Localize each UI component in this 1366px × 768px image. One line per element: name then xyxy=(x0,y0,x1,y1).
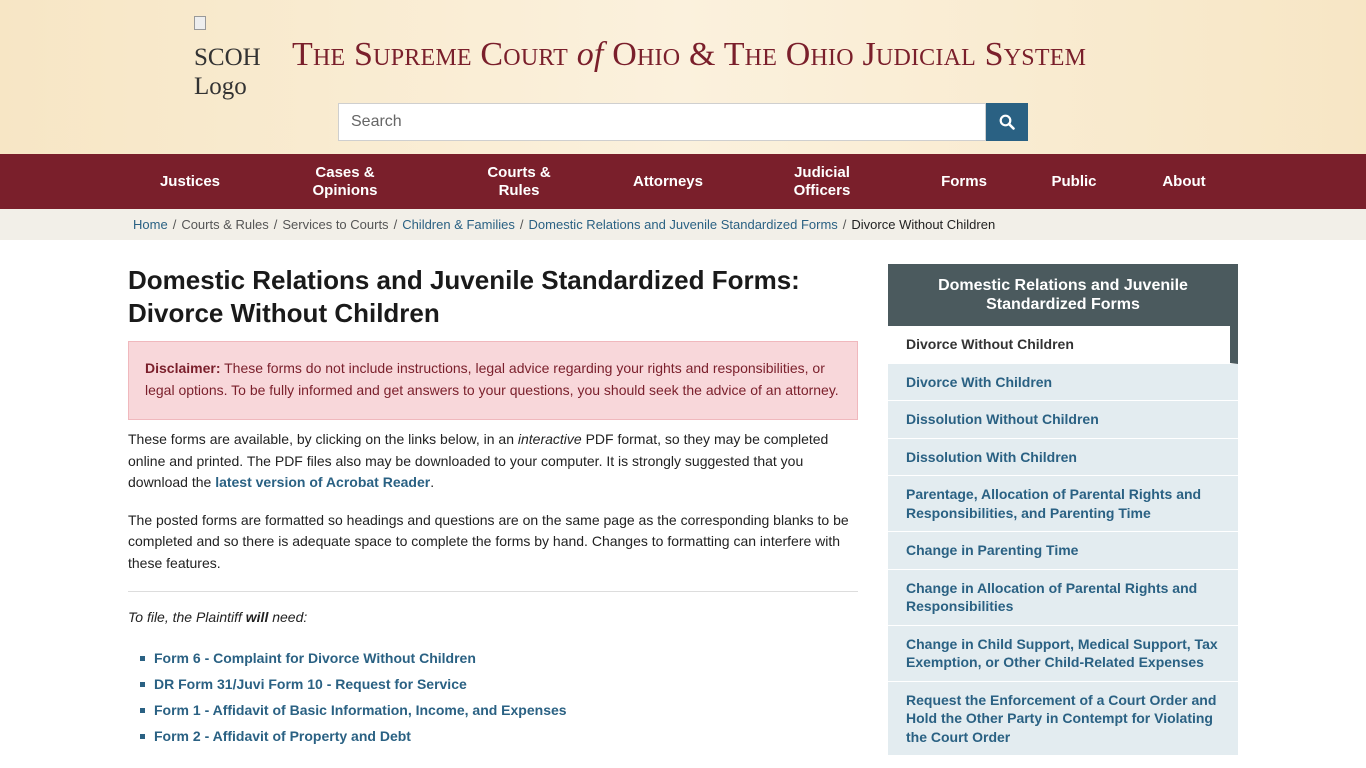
sidebar-item-divorce-without-children[interactable]: Divorce Without Children xyxy=(888,326,1238,364)
sidebar-item-dissolution-with-children[interactable]: Dissolution With Children xyxy=(888,438,1238,476)
sidebar-item-change-child-support[interactable]: Change in Child Support, Medical Support… xyxy=(888,625,1238,682)
form-link-affidavit-property[interactable]: Form 2 - Affidavit of Property and Debt xyxy=(140,723,858,749)
main-content: Domestic Relations and Juvenile Standard… xyxy=(128,264,858,749)
search-input[interactable] xyxy=(338,103,986,141)
site-title-part-2: of xyxy=(576,36,604,73)
form-link-affidavit-income[interactable]: Form 1 - Affidavit of Basic Information,… xyxy=(140,697,858,723)
logo-alt-text: SCOH Logo xyxy=(194,44,261,100)
page-title: Domestic Relations and Juvenile Standard… xyxy=(128,265,800,328)
site-title[interactable]: The Supreme Court of Ohio & The Ohio Jud… xyxy=(292,36,1086,74)
sidebar-heading[interactable]: Domestic Relations and Juvenile Standard… xyxy=(888,264,1238,326)
bullet-icon xyxy=(140,682,145,687)
form-link-request-service[interactable]: DR Form 31/Juvi Form 10 - Request for Se… xyxy=(140,671,858,697)
nav-forms[interactable]: Forms xyxy=(924,154,1004,209)
breadcrumb-services-to-courts[interactable]: Services to Courts xyxy=(282,217,388,232)
nav-justices[interactable]: Justices xyxy=(140,154,240,209)
nav-judicial-officers[interactable]: Judicial Officers xyxy=(782,154,862,209)
nav-about[interactable]: About xyxy=(1144,154,1224,209)
intro-emphasis: interactive xyxy=(517,431,582,447)
intro-text-1: These forms are available, by clicking o… xyxy=(128,431,518,447)
bullet-icon xyxy=(140,708,145,713)
sidebar-item-dissolution-without-children[interactable]: Dissolution Without Children xyxy=(888,401,1238,439)
site-title-part-3: Ohio & The Ohio Judicial System xyxy=(612,36,1087,73)
breadcrumb-current: Divorce Without Children xyxy=(851,217,996,232)
site-logo[interactable]: SCOH Logo xyxy=(194,14,268,100)
divider xyxy=(128,591,858,592)
disclaimer-text: These forms do not include instructions,… xyxy=(145,360,839,398)
form-link-label: DR Form 31/Juvi Form 10 - Request for Se… xyxy=(154,676,467,692)
breadcrumb-courts-rules[interactable]: Courts & Rules xyxy=(181,217,268,232)
sidebar-item-divorce-with-children[interactable]: Divorce With Children xyxy=(888,363,1238,401)
site-header: SCOH Logo The Supreme Court of Ohio & Th… xyxy=(0,0,1366,154)
to-file-text-2: need: xyxy=(268,609,308,625)
broken-image-icon xyxy=(194,16,206,30)
form-link-label: Form 1 - Affidavit of Basic Information,… xyxy=(154,702,567,718)
to-file-heading: To file, the Plaintiff will need: xyxy=(128,609,858,625)
sidebar-item-change-allocation[interactable]: Change in Allocation of Parental Rights … xyxy=(888,569,1238,626)
form-link-label: Form 6 - Complaint for Divorce Without C… xyxy=(154,650,476,666)
disclaimer-label: Disclaimer: xyxy=(145,360,221,376)
breadcrumb-separator: / xyxy=(842,217,847,232)
breadcrumb-separator: / xyxy=(519,217,524,232)
nav-attorneys[interactable]: Attorneys xyxy=(618,154,718,209)
bullet-icon xyxy=(140,656,145,661)
formatting-paragraph: The posted forms are formatted so headin… xyxy=(128,511,849,571)
search-button[interactable] xyxy=(986,103,1028,141)
breadcrumb: Home / Courts & Rules / Services to Cour… xyxy=(0,209,1366,240)
breadcrumb-home[interactable]: Home xyxy=(133,217,168,232)
site-title-part-1: The Supreme Court xyxy=(292,36,568,73)
breadcrumb-children-families[interactable]: Children & Families xyxy=(402,217,515,232)
sidebar-nav: Domestic Relations and Juvenile Standard… xyxy=(888,264,1238,756)
sidebar-item-parentage[interactable]: Parentage, Allocation of Parental Rights… xyxy=(888,476,1238,532)
breadcrumb-separator: / xyxy=(273,217,278,232)
to-file-text-1: To file, the Plaintiff xyxy=(128,609,246,625)
form-link-label: Form 2 - Affidavit of Property and Debt xyxy=(154,728,411,744)
search-bar xyxy=(338,103,1028,141)
to-file-bold: will xyxy=(245,609,269,625)
sidebar-item-change-parenting-time[interactable]: Change in Parenting Time xyxy=(888,532,1238,570)
breadcrumb-separator: / xyxy=(172,217,177,232)
acrobat-reader-link[interactable]: latest version of Acrobat Reader xyxy=(215,474,430,490)
nav-cases-opinions[interactable]: Cases & Opinions xyxy=(300,154,390,209)
breadcrumb-separator: / xyxy=(393,217,398,232)
nav-courts-rules[interactable]: Courts & Rules xyxy=(474,154,564,209)
sidebar-item-enforcement-contempt[interactable]: Request the Enforcement of a Court Order… xyxy=(888,681,1238,756)
disclaimer-box: Disclaimer: These forms do not include i… xyxy=(128,341,858,420)
form-link-complaint[interactable]: Form 6 - Complaint for Divorce Without C… xyxy=(140,645,858,671)
main-nav: Justices Cases & Opinions Courts & Rules… xyxy=(0,154,1366,209)
intro-text-3: . xyxy=(430,474,435,490)
intro-paragraph: These forms are available, by clicking o… xyxy=(128,429,858,494)
bullet-icon xyxy=(140,734,145,739)
nav-public[interactable]: Public xyxy=(1034,154,1114,209)
search-icon xyxy=(999,114,1015,130)
breadcrumb-dr-juvenile-forms[interactable]: Domestic Relations and Juvenile Standard… xyxy=(529,217,838,232)
forms-list: Form 6 - Complaint for Divorce Without C… xyxy=(128,645,858,749)
